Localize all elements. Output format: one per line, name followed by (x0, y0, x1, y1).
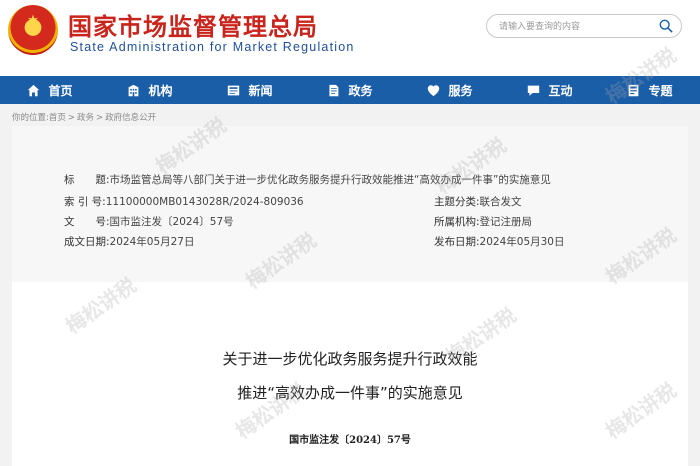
main-nav: 首页 机构 新闻 政务 服务 互动 专题 (0, 76, 700, 104)
meta-published-label: 发布日期: (434, 236, 480, 248)
nav-label: 机构 (148, 83, 173, 98)
document-meta-panel: 标 题:市场监管总局等八部门关于进一步优化政务服务提升行政效能推进“高效办成一件… (12, 126, 688, 282)
meta-title-row: 标 题:市场监管总局等八部门关于进一步优化政务服务提升行政效能推进“高效办成一件… (64, 172, 551, 187)
nav-item-government-affairs[interactable]: 政务 (300, 76, 400, 104)
site-title-en: State Administration for Market Regulati… (70, 40, 355, 54)
search-icon[interactable] (659, 19, 673, 33)
interaction-icon (528, 85, 540, 96)
breadcrumb-prefix: 你的位置: (12, 113, 49, 123)
meta-created-value: 2024年05月27日 (109, 236, 195, 248)
building-icon (129, 84, 139, 96)
national-emblem-icon[interactable]: ★ (8, 5, 58, 55)
breadcrumb-separator: > (67, 113, 76, 123)
document-title-line-2: 推进“高效办成一件事”的实施意见 (237, 384, 463, 402)
meta-org-label: 所属机构: (434, 216, 480, 228)
meta-index-value: 11100000MB0143028R/2024-809036 (105, 196, 304, 208)
nav-label: 服务 (448, 83, 473, 98)
nav-label: 互动 (548, 83, 573, 98)
document-number: 国市监注发〔2024〕57号 (289, 435, 411, 446)
meta-category-value: 联合发文 (479, 196, 522, 208)
document-title-line-1: 关于进一步优化政务服务提升行政效能 (222, 350, 478, 368)
nav-label: 专题 (648, 83, 673, 98)
nav-item-home[interactable]: 首页 (0, 76, 100, 104)
nav-item-service[interactable]: 服务 (400, 76, 500, 104)
meta-docno-row: 文 号:国市监注发〔2024〕57号 (64, 214, 234, 229)
search-input[interactable] (497, 18, 661, 36)
breadcrumb-link-info-disclosure[interactable]: 政府信息公开 (105, 113, 156, 123)
article-content: 标 题:市场监管总局等八部门关于进一步优化政务服务提升行政效能推进“高效办成一件… (12, 126, 688, 466)
meta-title-label: 标 题: (64, 174, 110, 186)
breadcrumb-separator: > (96, 113, 104, 123)
site-header: ★ 国家市场监督管理总局 State Administration for Ma… (0, 0, 700, 76)
breadcrumb: 你的位置:首页 > 政务 > 政府信息公开 (12, 111, 156, 123)
nav-label: 首页 (48, 83, 73, 98)
nav-item-interaction[interactable]: 互动 (500, 76, 600, 104)
home-icon (28, 84, 40, 96)
meta-created-row: 成文日期:2024年05月27日 (64, 234, 195, 249)
nav-item-organization[interactable]: 机构 (100, 76, 200, 104)
nav-label: 新闻 (248, 83, 273, 98)
meta-title-value: 市场监管总局等八部门关于进一步优化政务服务提升行政效能推进“高效办成一件事”的实… (109, 174, 551, 186)
meta-index-label: 索 引 号: (64, 196, 106, 208)
nav-item-news[interactable]: 新闻 (200, 76, 300, 104)
meta-org-value: 登记注册局 (479, 216, 533, 228)
meta-docno-label: 文 号: (64, 216, 110, 228)
meta-published-value: 2024年05月30日 (479, 236, 565, 248)
service-icon (428, 84, 440, 96)
nav-label: 政务 (348, 83, 373, 98)
meta-published-row: 发布日期:2024年05月30日 (434, 234, 565, 249)
topic-icon (629, 84, 639, 96)
meta-docno-value: 国市监注发〔2024〕57号 (109, 216, 234, 228)
meta-category-row: 主题分类:联合发文 (434, 194, 522, 209)
search-box (486, 14, 682, 38)
government-affairs-icon (329, 84, 339, 96)
meta-category-label: 主题分类: (434, 196, 480, 208)
meta-created-label: 成文日期: (64, 236, 110, 248)
meta-index-row: 索 引 号:11100000MB0143028R/2024-809036 (64, 194, 304, 209)
news-icon (228, 85, 240, 95)
breadcrumb-link-government-affairs[interactable]: 政务 (77, 113, 94, 123)
site-title-cn[interactable]: 国家市场监督管理总局 (68, 7, 318, 42)
breadcrumb-link-home[interactable]: 首页 (49, 113, 66, 123)
meta-org-row: 所属机构:登记注册局 (434, 214, 532, 229)
nav-item-topic[interactable]: 专题 (600, 76, 700, 104)
